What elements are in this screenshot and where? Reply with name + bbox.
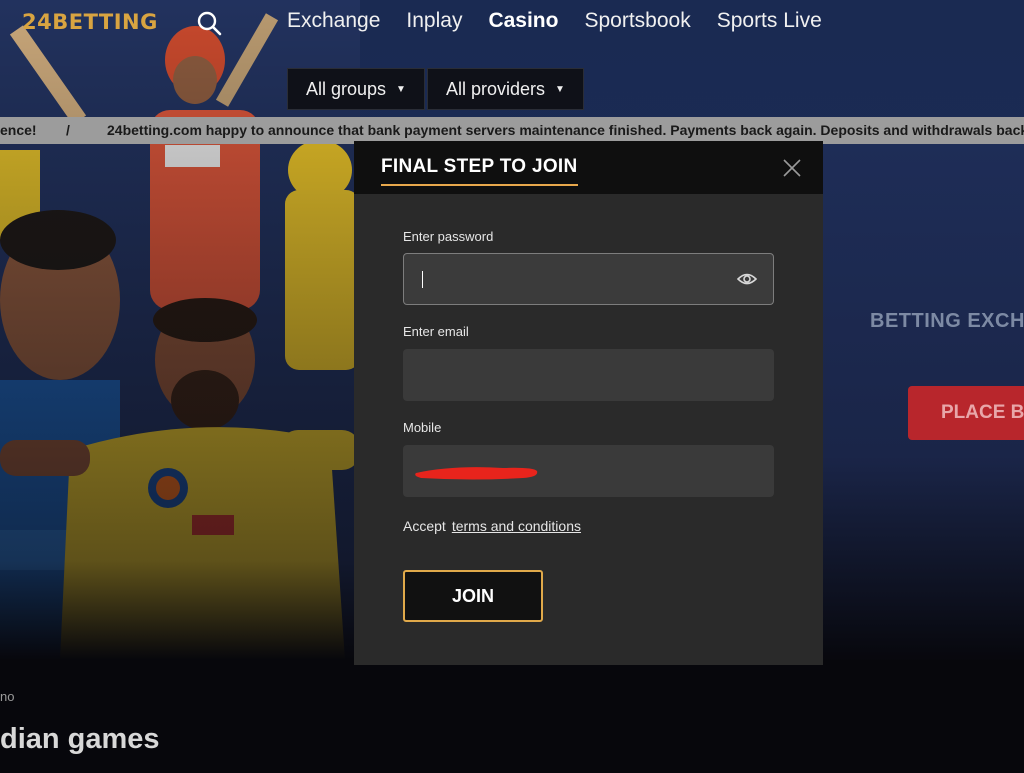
redaction-scribble (415, 467, 538, 480)
nav-inplay[interactable]: Inplay (406, 9, 462, 33)
password-label: Enter password (403, 229, 494, 244)
terms-link[interactable]: terms and conditions (452, 518, 581, 534)
modal-title: FINAL STEP TO JOIN (381, 156, 578, 186)
accept-label: Accept (403, 518, 446, 534)
news-ticker: ence! / 24betting.com happy to announce … (0, 117, 1024, 144)
section-title: dian games (0, 723, 160, 755)
top-navigation: 24BETTING Exchange Inplay Casino Sportsb… (0, 0, 1024, 46)
nav-sports-live[interactable]: Sports Live (717, 9, 822, 33)
text-cursor (422, 271, 423, 288)
mobile-label: Mobile (403, 420, 442, 435)
caret-down-icon: ▼ (555, 83, 565, 95)
ticker-separator: / (66, 122, 70, 138)
all-groups-dropdown[interactable]: All groups ▼ (287, 68, 425, 110)
hero-title: BETTING EXCH (870, 310, 1024, 332)
search-icon[interactable] (196, 10, 222, 36)
modal-header: FINAL STEP TO JOIN (354, 141, 823, 194)
mobile-field[interactable] (403, 445, 774, 497)
caret-down-icon: ▼ (396, 83, 406, 95)
all-providers-label: All providers (445, 78, 545, 99)
eye-icon[interactable] (737, 271, 757, 287)
join-modal: FINAL STEP TO JOIN Enter password Enter … (354, 141, 823, 665)
email-input[interactable] (403, 349, 703, 401)
nav-sportsbook[interactable]: Sportsbook (584, 9, 690, 33)
password-field[interactable] (403, 253, 774, 305)
email-label: Enter email (403, 324, 469, 339)
email-field[interactable] (403, 349, 774, 401)
ticker-message: 24betting.com happy to announce that ban… (107, 122, 1024, 138)
close-icon[interactable] (783, 159, 801, 177)
ticker-text-left: ence! (0, 122, 37, 138)
all-providers-dropdown[interactable]: All providers ▼ (426, 68, 584, 110)
password-input[interactable] (404, 254, 704, 304)
nav-casino[interactable]: Casino (488, 9, 558, 33)
join-button[interactable]: JOIN (403, 570, 543, 622)
casino-filters: All groups ▼ All providers ▼ (287, 68, 586, 110)
brand-logo[interactable]: 24BETTING (22, 10, 158, 34)
terms-row: Accept terms and conditions (403, 518, 581, 534)
all-groups-label: All groups (306, 78, 387, 99)
place-bet-button[interactable]: PLACE B (908, 386, 1024, 440)
main-nav: Exchange Inplay Casino Sportsbook Sports… (287, 9, 848, 33)
nav-exchange[interactable]: Exchange (287, 9, 380, 33)
section-breadcrumb: no (0, 689, 15, 704)
